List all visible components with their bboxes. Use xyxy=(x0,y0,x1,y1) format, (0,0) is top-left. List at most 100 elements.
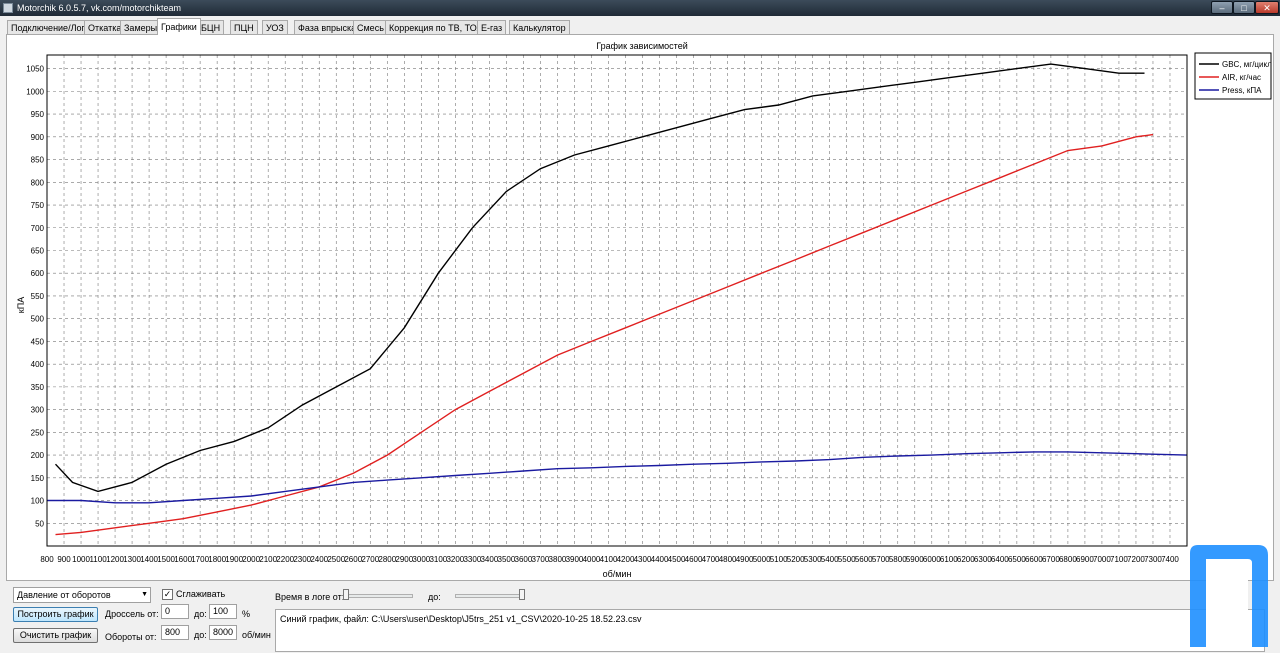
throttle-from-input[interactable]: 0 xyxy=(161,604,189,619)
x-tick-label: 3500 xyxy=(498,555,516,564)
x-tick-label: 1500 xyxy=(157,555,175,564)
x-tick-label: 5100 xyxy=(770,555,788,564)
x-tick-label: 2800 xyxy=(378,555,396,564)
x-tick-label: 3400 xyxy=(480,555,498,564)
legend-label: GBC, мг/цикл xyxy=(1222,60,1272,69)
close-button[interactable]: ✕ xyxy=(1255,1,1279,14)
y-tick-label: 1050 xyxy=(26,65,44,74)
rpm-to-label: до: xyxy=(194,630,207,640)
y-tick-label: 350 xyxy=(31,383,45,392)
x-tick-label: 2700 xyxy=(361,555,379,564)
tab-measurements[interactable]: Замеры xyxy=(120,20,162,35)
time-from-label: Время в логе от: xyxy=(275,592,345,602)
x-tick-label: 7300 xyxy=(1144,555,1162,564)
x-tick-label: 6400 xyxy=(991,555,1009,564)
tab-e-gas[interactable]: Е-газ xyxy=(477,20,507,35)
tab-correction[interactable]: Коррекция по ТВ, ТОЖ xyxy=(385,20,489,35)
x-tick-label: 6900 xyxy=(1076,555,1094,564)
y-tick-label: 750 xyxy=(31,201,45,210)
x-tick-label: 5000 xyxy=(753,555,771,564)
x-tick-label: 6100 xyxy=(940,555,958,564)
x-tick-label: 4100 xyxy=(600,555,618,564)
chart-series xyxy=(47,63,1188,536)
x-tick-label: 4900 xyxy=(736,555,754,564)
x-tick-label: 5500 xyxy=(838,555,856,564)
x-tick-label: 1200 xyxy=(106,555,124,564)
window-title: Motorchik 6.0.5.7, vk.com/motorchikteam xyxy=(17,3,182,13)
time-from-slider[interactable] xyxy=(343,594,413,598)
x-tick-label: 1300 xyxy=(123,555,141,564)
controls-panel: Давление от оборотов ▼ ✓ Сглаживать Пост… xyxy=(0,582,1280,653)
throttle-to-input[interactable]: 100 xyxy=(209,604,237,619)
x-tick-label: 4500 xyxy=(668,555,686,564)
chart: График зависимостей об/мин кПА 800 900 100… xyxy=(16,41,1272,579)
x-tick-label: 7000 xyxy=(1093,555,1111,564)
x-tick-label: 1000 xyxy=(72,555,90,564)
x-tick-labels: 800 900 1000 1100 1200 1300 1400 1500 1600 1700 18… xyxy=(40,555,1179,564)
throttle-to-label: до: xyxy=(194,609,207,619)
mode-select[interactable]: Давление от оборотов ▼ xyxy=(13,587,151,603)
x-axis-label: об/мин xyxy=(603,569,632,579)
tab-uoz[interactable]: УОЗ xyxy=(262,20,288,35)
y-tick-label: 800 xyxy=(31,178,45,187)
series-line xyxy=(54,63,1145,493)
tab-injection-phase[interactable]: Фаза впрыска xyxy=(294,20,361,35)
rpm-to-input[interactable]: 8000 xyxy=(209,625,237,640)
x-tick-label: 5600 xyxy=(855,555,873,564)
tab-pcn[interactable]: ПЦН xyxy=(230,20,258,35)
tab-calculator[interactable]: Калькулятор xyxy=(509,20,570,35)
clear-graph-button[interactable]: Очистить график xyxy=(13,628,98,643)
minimize-button[interactable]: – xyxy=(1211,1,1233,14)
x-tick-label: 5300 xyxy=(804,555,822,564)
y-tick-label: 100 xyxy=(31,497,45,506)
time-to-label: до: xyxy=(428,592,441,602)
y-tick-label: 500 xyxy=(31,315,45,324)
chart-panel: График зависимостей об/мин кПА 800 900 100… xyxy=(6,34,1274,581)
x-tick-label: 1900 xyxy=(225,555,243,564)
x-tick-label: 5800 xyxy=(889,555,907,564)
x-tick-label: 3700 xyxy=(532,555,550,564)
status-log-box: Синий график, файл: C:\Users\user\Deskto… xyxy=(275,609,1265,652)
tab-mixture[interactable]: Смесь xyxy=(353,20,388,35)
smooth-checkbox[interactable]: ✓ xyxy=(162,589,173,600)
x-tick-label: 3900 xyxy=(566,555,584,564)
x-tick-label: 6300 xyxy=(974,555,992,564)
x-tick-label: 2900 xyxy=(395,555,413,564)
x-tick-label: 7400 xyxy=(1161,555,1179,564)
throttle-from-label: Дроссель от: xyxy=(105,609,159,619)
x-tick-label: 5700 xyxy=(872,555,890,564)
y-tick-labels: 50 100 150 200 250 300 350 400 450 500 550 600 650 70… xyxy=(26,65,44,529)
tab-bar: Подключение/Лог Откатка Замеры Графики Б… xyxy=(0,18,1280,35)
x-tick-label: 4700 xyxy=(702,555,720,564)
chart-legend: GBC, мг/цикл AIR, кг/час Press, кПА xyxy=(1194,52,1272,100)
rpm-unit: об/мин xyxy=(242,630,271,640)
y-tick-label: 700 xyxy=(31,224,45,233)
y-tick-label: 550 xyxy=(31,292,45,301)
time-to-slider[interactable] xyxy=(455,594,525,598)
y-tick-label: 600 xyxy=(31,269,45,278)
time-from-slider-thumb[interactable] xyxy=(343,589,349,600)
maximize-button[interactable]: □ xyxy=(1233,1,1255,14)
tab-connection-log[interactable]: Подключение/Лог xyxy=(7,20,89,35)
x-tick-label: 5200 xyxy=(787,555,805,564)
x-tick-label: 4400 xyxy=(651,555,669,564)
legend-label: Press, кПА xyxy=(1222,86,1262,95)
build-graph-button[interactable]: Построить график xyxy=(13,607,98,622)
smooth-checkbox-label: Сглаживать xyxy=(176,589,226,599)
series-line xyxy=(47,451,1188,504)
status-text: Синий график, файл: C:\Users\user\Deskto… xyxy=(280,614,642,624)
y-tick-label: 900 xyxy=(31,133,45,142)
x-tick-label: 7100 xyxy=(1110,555,1128,564)
y-tick-label: 650 xyxy=(31,246,45,255)
time-to-slider-thumb[interactable] xyxy=(519,589,525,600)
x-tick-label: 6500 xyxy=(1008,555,1026,564)
x-tick-label: 4200 xyxy=(617,555,635,564)
x-tick-label: 1800 xyxy=(208,555,226,564)
x-tick-label: 2200 xyxy=(276,555,294,564)
chevron-down-icon: ▼ xyxy=(141,591,148,598)
x-tick-label: 3600 xyxy=(515,555,533,564)
tab-bcn[interactable]: БЦН xyxy=(197,20,225,35)
tab-graphs[interactable]: Графики xyxy=(157,18,201,35)
x-tick-label: 6700 xyxy=(1042,555,1060,564)
rpm-from-input[interactable]: 800 xyxy=(161,625,189,640)
